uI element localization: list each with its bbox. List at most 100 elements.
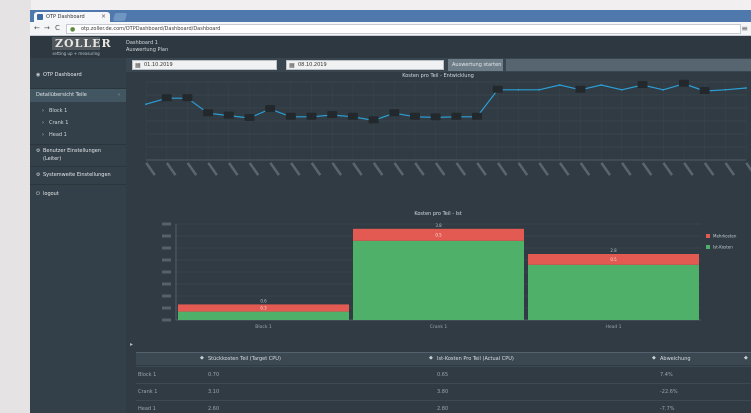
zoller-logo: ZOLLER setting up + measuring [52, 37, 111, 57]
line-chart-point [517, 88, 520, 91]
column-header-target-cpu[interactable]: Stückkosten Teil (Target CPU) [208, 356, 281, 362]
sidebar-divider [30, 166, 126, 167]
expand-arrow-icon[interactable]: ▸ [130, 341, 133, 348]
sidebar-item-head-1[interactable]: › Head 1 [30, 132, 126, 138]
browser-menu-icon[interactable]: ≡ [741, 24, 748, 33]
reload-icon[interactable]: C [55, 24, 60, 32]
row-name: Head 1 [138, 406, 156, 412]
sort-icon[interactable]: ◆ [200, 355, 204, 361]
sidebar-item-crank-1[interactable]: › Crank 1 [30, 120, 126, 126]
sidebar-item-label: Benutzer Einstellungen [43, 148, 102, 154]
desktop-left-edge [0, 0, 31, 413]
sort-icon[interactable]: ◆ [744, 355, 748, 361]
sidebar-item-logout[interactable]: ⏻ logout [30, 191, 126, 197]
sidebar-item-system-settings[interactable]: ⚙ Systemweite Einstellungen [30, 172, 126, 178]
apply-button[interactable]: Auswertung starten [448, 59, 503, 71]
gear-icon: ⚙ [36, 172, 41, 178]
browser-tab[interactable]: OTP Dashboard × [34, 12, 110, 22]
sidebar-item-label: OTP Dashboard [43, 72, 82, 78]
back-icon[interactable]: ← [34, 24, 40, 32]
sidebar: ◉ OTP Dashboard Detailübersicht Teile ‹ ›… [30, 58, 126, 413]
logo-tagline: setting up + measuring [52, 51, 100, 56]
line-chart-x-tick-label [207, 162, 218, 176]
line-chart-x-tick-label [310, 162, 322, 176]
sidebar-item-dashboard[interactable]: ◉ OTP Dashboard [30, 72, 126, 78]
legend-label: Ist-Kosten [713, 245, 733, 250]
new-tab-button[interactable] [112, 13, 128, 21]
main-content: ▦ 01.10.2019 ▦ 08.10.2019 Auswertung sta… [126, 58, 751, 413]
bar-chart-y-tick-label [162, 258, 171, 262]
column-header-actual-cpu[interactable]: Ist-Kosten Pro Teil (Actual CPU) [437, 356, 514, 362]
page-info-icon[interactable]: ● [70, 26, 75, 33]
row-name: Block 1 [138, 372, 157, 378]
bar-chart-y-tick-label [162, 222, 171, 226]
bar-chart-y-tick-label [162, 246, 171, 250]
bar-category-label: Crank 1 [430, 324, 448, 330]
line-chart-x-tick-label [269, 162, 280, 176]
line-chart-data-label [285, 112, 296, 120]
bar-chart-y-tick-label [162, 294, 171, 298]
favicon-icon [37, 14, 43, 20]
url-field[interactable]: ● otp.zoller.de.com/OTPDashboard/Dashboa… [66, 24, 741, 34]
chevron-left-icon: ‹ [118, 92, 120, 98]
bar-segment-label: 0.5 [435, 232, 442, 237]
forward-icon[interactable]: → [44, 24, 50, 32]
cell-actual-cpu: 3.80 [437, 389, 449, 395]
line-chart-point [620, 88, 623, 91]
chevron-right-icon: › [42, 132, 44, 138]
sidebar-item-user-settings[interactable]: ⚙ Benutzer Einstellungen [30, 148, 126, 154]
line-chart-x-tick-label [145, 162, 156, 176]
breadcrumb-line-2: Auswertung Plan [126, 47, 169, 53]
gear-icon: ⚙ [36, 148, 41, 154]
sidebar-item-label: Detailübersicht Teile [36, 92, 87, 98]
line-chart-x-tick-label [558, 162, 570, 176]
tab-close-icon[interactable]: × [101, 13, 106, 20]
table-row[interactable]: Head 1 2.60 2.80 -7.7% [136, 400, 751, 413]
bar-chart-y-tick-label [162, 306, 171, 310]
line-chart-x-tick-label [641, 162, 653, 176]
date-from-value: 01.10.2019 [144, 62, 173, 68]
line-chart-data-label [430, 113, 441, 121]
line-chart-x-tick-label [352, 162, 363, 176]
sidebar-item-block-1[interactable]: › Block 1 [30, 108, 126, 114]
line-chart-point [724, 88, 727, 91]
address-toolbar: ← → C ● otp.zoller.de.com/OTPDashboard/D… [30, 22, 751, 36]
line-chart-x-tick-label [248, 162, 260, 176]
sidebar-item-user-settings-sub[interactable]: (Leiter) [30, 156, 126, 162]
sidebar-item-detail-overview[interactable]: Detailübersicht Teile ‹ [30, 89, 126, 102]
line-chart-x-ticks [145, 162, 751, 176]
sidebar-divider [30, 144, 126, 145]
legend-swatch [706, 234, 710, 238]
legend-swatch [706, 245, 710, 249]
date-from-input[interactable]: ▦ 01.10.2019 [132, 60, 277, 70]
sort-icon[interactable]: ◆ [652, 355, 656, 361]
row-name: Crank 1 [138, 389, 158, 395]
line-chart-data-label [182, 94, 193, 102]
line-chart-x-tick-label [600, 162, 612, 176]
line-chart-data-label [699, 87, 710, 94]
column-header-deviation[interactable]: Abweichung [660, 356, 691, 362]
cell-deviation: -22.6% [660, 389, 678, 395]
sidebar-item-label: logout [43, 191, 59, 197]
line-chart-data-label [265, 105, 276, 112]
line-chart-point [558, 84, 561, 86]
line-chart-data-label [161, 94, 172, 102]
tab-title: OTP Dashboard [46, 14, 85, 20]
table-row[interactable]: Crank 1 3.10 3.80 -22.6% [136, 383, 751, 399]
charts-area: Kosten pro Teil - Entwicklung Kosten pro… [145, 73, 751, 330]
cell-actual-cpu: 0.65 [437, 372, 449, 378]
line-chart-data-label [472, 112, 483, 120]
calendar-icon: ▦ [135, 62, 141, 69]
line-chart-series [145, 83, 747, 122]
bar-chart-y-tick-label [162, 282, 171, 286]
line-chart-point [538, 88, 541, 91]
line-chart-x-tick-label [579, 162, 591, 176]
date-to-input[interactable]: ▦ 08.10.2019 [286, 60, 444, 70]
sidebar-item-label: Crank 1 [49, 120, 69, 126]
line-chart-grid [145, 81, 747, 161]
table-row[interactable]: Block 1 0.70 0.65 7.4% [136, 366, 751, 382]
line-chart-title: Kosten pro Teil - Entwicklung [402, 73, 474, 79]
sort-icon[interactable]: ◆ [429, 355, 433, 361]
bar-chart-y-tick-label [162, 234, 171, 238]
line-chart-x-tick-label [703, 162, 715, 176]
